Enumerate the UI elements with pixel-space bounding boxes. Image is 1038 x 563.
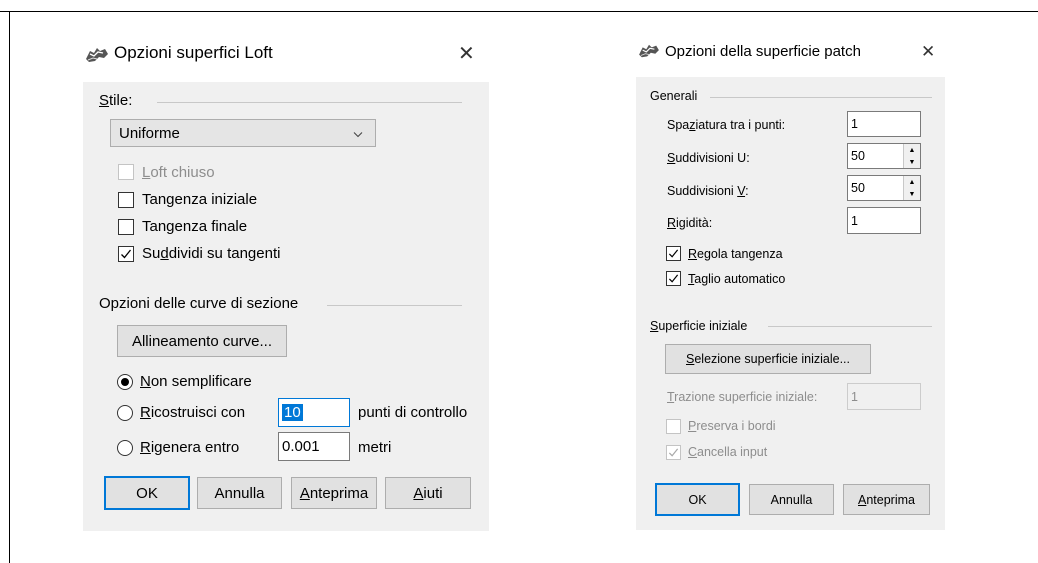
cancel-button[interactable]: Annulla [749,484,834,515]
stiffness-value: 1 [851,213,858,228]
refit-within-label: Rigenera entro [140,439,240,456]
adjust-tangency-checkbox[interactable] [666,246,681,261]
ok-button[interactable]: OK [104,476,190,510]
stiffness-label: Rigidità: [667,216,713,230]
no-simplify-label: Non semplificare [140,373,252,390]
preserve-edges-label: Preserva i bordi [688,419,776,433]
loft-options-dialog: Opzioni superfici Loft ✕ Stile: Uniforme… [83,25,489,531]
spin-down-icon[interactable]: ▼ [904,156,920,168]
delete-input-label: Cancella input [688,445,768,459]
u-spans-spinner[interactable]: ▲ ▼ [903,144,920,168]
style-dropdown-value: Uniforme [119,124,180,142]
rebuild-points-value: 10 [282,404,303,421]
delete-input-checkbox[interactable] [666,445,681,460]
spin-down-icon[interactable]: ▼ [904,188,920,200]
section-options-divider [327,305,462,306]
frame-left-line [9,11,10,563]
stiffness-input[interactable]: 1 [847,207,921,234]
refit-tolerance-input[interactable]: 0.001 [278,432,350,461]
chevron-down-icon [353,125,363,142]
starting-surface-divider [768,326,932,327]
patch-options-dialog: Opzioni della superficie patch ✕ General… [636,27,945,530]
general-group-divider [710,97,932,98]
checkmark-icon [668,249,679,258]
rebuild-with-label: Ricostruisci con [140,404,246,421]
section-options-header: Opzioni delle curve di sezione [99,295,299,312]
pull-strength-value: 1 [851,389,858,404]
preview-button[interactable]: Anteprima [291,477,377,509]
frame-top-line [0,11,1038,12]
control-points-label: punti di controllo [358,404,468,421]
split-tangent-checkbox[interactable] [118,246,134,262]
end-tangent-label: Tangenza finale [142,218,248,235]
rebuild-with-radio[interactable] [117,405,133,421]
start-tangent-label: Tangenza iniziale [142,191,258,208]
checkmark-icon [668,448,679,457]
checkmark-icon [668,274,679,283]
align-curves-button[interactable]: Allineamento curve... [117,325,287,357]
style-group-divider [157,102,462,103]
loft-title-bar: Opzioni superfici Loft ✕ [83,25,489,82]
pull-strength-input[interactable]: 1 [847,383,921,410]
closed-loft-label: Loft chiuso [142,164,215,181]
style-group-label: Stile: [99,92,133,109]
style-dropdown[interactable]: Uniforme [110,119,376,147]
v-spans-spinner[interactable]: ▲ ▼ [903,176,920,200]
cancel-button[interactable]: Annulla [197,477,282,509]
close-icon[interactable]: ✕ [458,44,475,64]
v-spans-value: 50 [851,181,865,195]
close-icon[interactable]: ✕ [921,42,935,62]
units-label: metri [358,439,392,456]
point-spacing-input[interactable]: 1 [847,111,921,137]
auto-trim-label: Taglio automatico [688,272,786,286]
refit-within-radio[interactable] [117,440,133,456]
end-tangent-checkbox[interactable] [118,219,134,235]
pull-strength-label: Trazione superficie iniziale: [667,390,818,404]
point-spacing-label: Spaziatura tra i punti: [667,118,786,132]
patch-title-bar: Opzioni della superficie patch ✕ [636,27,945,77]
v-spans-label: Suddivisioni V: [667,184,749,198]
spin-up-icon[interactable]: ▲ [904,176,920,188]
ok-button[interactable]: OK [655,483,740,516]
closed-loft-checkbox[interactable] [118,164,134,180]
auto-trim-checkbox[interactable] [666,271,681,286]
refit-tolerance-value: 0.001 [282,438,320,455]
select-starting-surface-button[interactable]: Selezione superficie iniziale... [665,344,871,374]
preview-button[interactable]: Anteprima [843,484,930,515]
general-group-label: Generali [650,89,698,103]
loft-dialog-title: Opzioni superfici Loft [114,43,273,62]
rhino-app-icon [85,45,109,69]
split-tangent-label: Suddividi su tangenti [142,245,281,262]
start-tangent-checkbox[interactable] [118,192,134,208]
no-simplify-radio[interactable] [117,374,133,390]
rebuild-points-input[interactable]: 10 [278,398,350,427]
u-spans-value: 50 [851,149,865,163]
point-spacing-value: 1 [851,117,858,131]
preserve-edges-checkbox[interactable] [666,419,681,434]
starting-surface-group-label: Superficie iniziale [650,319,748,333]
rhino-app-icon [638,42,660,63]
help-button[interactable]: Aiuti [385,477,471,509]
adjust-tangency-label: Regola tangenza [688,247,783,261]
u-spans-label: Suddivisioni U: [667,151,750,165]
spin-up-icon[interactable]: ▲ [904,144,920,156]
checkmark-icon [121,249,132,259]
patch-dialog-title: Opzioni della superficie patch [665,43,861,60]
